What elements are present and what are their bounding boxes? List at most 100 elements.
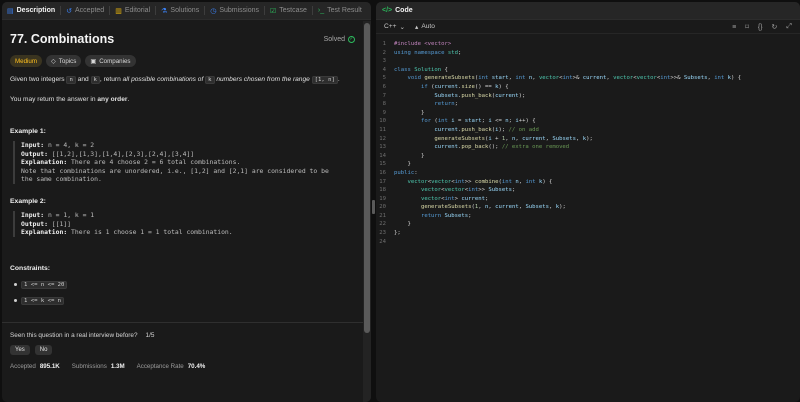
code-line[interactable]: 3 <box>376 57 800 66</box>
code-panel: </> Code C++ ⌄ ▴ Auto ≡ ⌑ {} ↻ ⤢ 1 #inclu… <box>376 2 800 402</box>
topics-tag[interactable]: ◇ Topics <box>46 55 82 67</box>
scrollbar-thumb[interactable] <box>364 23 370 333</box>
history-icon: ↺ <box>66 7 73 15</box>
list-item: 1 <= n <= 20 <box>14 280 355 290</box>
problem-panel: ▤ Description ↺ Accepted ▥ Editorial ⚗ S… <box>2 2 371 402</box>
code-line[interactable]: 5 void generateSubsets(int start, int n,… <box>376 74 800 83</box>
line-number: 9 <box>382 109 386 116</box>
line-number: 8 <box>382 101 386 108</box>
code-line[interactable]: 1 #include <vector> <box>376 40 800 49</box>
code-text: void generateSubsets(int start, int n, v… <box>407 75 742 82</box>
code-line[interactable]: 24 <box>376 238 800 247</box>
tab-editorial[interactable]: ▥ Editorial <box>110 2 155 20</box>
code-line[interactable]: 16 public: <box>376 169 800 178</box>
problem-note: You may return the answer in any order. <box>10 96 130 103</box>
code-line[interactable]: 11 current.push_back(i); // on add <box>376 126 800 135</box>
line-number: 15 <box>379 161 386 168</box>
line-number: 23 <box>379 230 386 237</box>
line-number: 4 <box>382 66 386 73</box>
companies-tag[interactable]: ▣ Companies <box>85 55 136 67</box>
list-item: 1 <= k <= n <box>14 296 355 306</box>
tab-description[interactable]: ▤ Description <box>2 2 60 20</box>
reset-icon[interactable]: ↻ <box>772 23 778 31</box>
code-text: vector<vector<int>> combine(int n, int k… <box>407 178 553 185</box>
braces-icon[interactable]: {} <box>758 24 763 31</box>
line-number: 5 <box>382 75 386 82</box>
format-icon[interactable]: ≡ <box>732 24 736 31</box>
line-number: 1 <box>382 41 386 47</box>
code-line[interactable]: 8 return; <box>376 100 800 109</box>
no-button[interactable]: No <box>34 344 53 355</box>
code-line[interactable]: 6 if (current.size() == k) { <box>376 83 800 92</box>
code-text: current.push_back(i); // on add <box>434 126 539 133</box>
code-editor[interactable]: 1 #include <vector> 2 using namespace std; 3… <box>376 36 800 402</box>
code-line[interactable]: 13 current.pop_back(); // extra one remo… <box>376 143 800 152</box>
code-line[interactable]: 17 vector<vector<int>> combine(int n, in… <box>376 178 800 187</box>
language-select[interactable]: C++ ⌄ <box>384 23 405 31</box>
tab-solutions[interactable]: ⚗ Solutions <box>156 2 204 20</box>
code-line[interactable]: 12 generateSubsets(i + 1, n, current, Su… <box>376 135 800 144</box>
drag-grip-icon[interactable] <box>372 200 375 214</box>
code-line[interactable]: 22 } <box>376 220 800 229</box>
problem-title[interactable]: 77. Combinations <box>10 32 114 46</box>
flask-icon: ⚗ <box>161 7 168 15</box>
code-text: vector<int> current; <box>420 195 489 202</box>
code-text: if (current.size() == k) { <box>420 83 509 90</box>
checkbox-icon: ☑ <box>270 7 277 15</box>
constraints-title: Constraints: <box>10 264 51 272</box>
line-number: 3 <box>382 58 386 65</box>
code-text: return; <box>434 101 459 108</box>
code-line[interactable]: 4 class Solution { <box>376 66 800 75</box>
code-line[interactable]: 2 using namespace std; <box>376 49 800 58</box>
code-text: } <box>394 109 425 116</box>
code-line[interactable]: 15 } <box>376 160 800 169</box>
code-line[interactable]: 21 return Subsets; <box>376 212 800 221</box>
code-text: generateSubsets(1, n, current, Subsets, … <box>420 204 566 211</box>
code-line[interactable]: 14 } <box>376 152 800 161</box>
divider <box>2 321 363 323</box>
tab-code[interactable]: </> Code <box>376 7 419 14</box>
code-line[interactable]: 18 vector<vector<int>> Subsets; <box>376 186 800 195</box>
solved-status: Solved ✓ <box>323 35 355 43</box>
code-line[interactable]: 9 } <box>376 109 800 118</box>
accepted-stat: Accepted 895.1K <box>10 362 60 370</box>
stats-row: Accepted 895.1K Submissions 1.3M Acceptanc… <box>10 363 355 370</box>
problem-tabbar: ▤ Description ↺ Accepted ▥ Editorial ⚗ S… <box>2 2 371 20</box>
code-line[interactable]: 10 for (int i = start; i <= n; i++) { <box>376 117 800 126</box>
bookmark-icon[interactable]: ⌑ <box>745 23 749 31</box>
bullet-icon <box>14 283 17 287</box>
line-number: 10 <box>379 118 386 125</box>
interview-buttons: Yes No <box>10 344 355 355</box>
clock-icon: ◷ <box>210 7 217 15</box>
line-number: 20 <box>379 204 386 211</box>
book-icon: ▥ <box>115 7 122 15</box>
tab-test-result[interactable]: ›_ Test Result <box>313 2 367 20</box>
tab-testcase[interactable]: ☑ Testcase <box>265 2 312 20</box>
code-text: }; <box>394 230 401 237</box>
acceptance-rate-stat: Acceptance Rate 70.4% <box>136 362 206 370</box>
bullet-icon <box>14 299 17 303</box>
code-text: } <box>394 161 411 168</box>
tab-submissions[interactable]: ◷ Submissions <box>205 2 264 20</box>
tab-accepted[interactable]: ↺ Accepted <box>61 2 109 20</box>
editor-tools: ≡ ⌑ {} ↻ ⤢ <box>732 20 792 34</box>
editor-toolbar: C++ ⌄ ▴ Auto ≡ ⌑ {} ↻ ⤢ <box>376 20 800 34</box>
yes-button[interactable]: Yes <box>10 344 30 355</box>
auto-mode-toggle[interactable]: ▴ Auto <box>415 23 435 31</box>
difficulty-badge: Medium <box>10 55 43 67</box>
code-line[interactable]: 23}; <box>376 229 800 238</box>
code-tabbar: </> Code <box>376 2 800 20</box>
line-number: 14 <box>379 152 386 159</box>
title-row: 77. Combinations Solved ✓ <box>10 31 355 47</box>
interview-prompt: Seen this question in a real interview b… <box>10 331 155 339</box>
lock-icon: ▴ <box>415 23 419 31</box>
code-line[interactable]: 7 Subsets.push_back(current); <box>376 92 800 101</box>
description-scrollbar[interactable] <box>363 21 371 402</box>
line-number: 17 <box>379 178 386 185</box>
line-number: 6 <box>382 83 386 90</box>
example-2-title: Example 2: <box>10 197 46 205</box>
line-number: 12 <box>379 135 386 142</box>
code-line[interactable]: 19 vector<int> current; <box>376 195 800 204</box>
code-line[interactable]: 20 generateSubsets(1, n, current, Subset… <box>376 203 800 212</box>
expand-icon[interactable]: ⤢ <box>786 23 792 31</box>
